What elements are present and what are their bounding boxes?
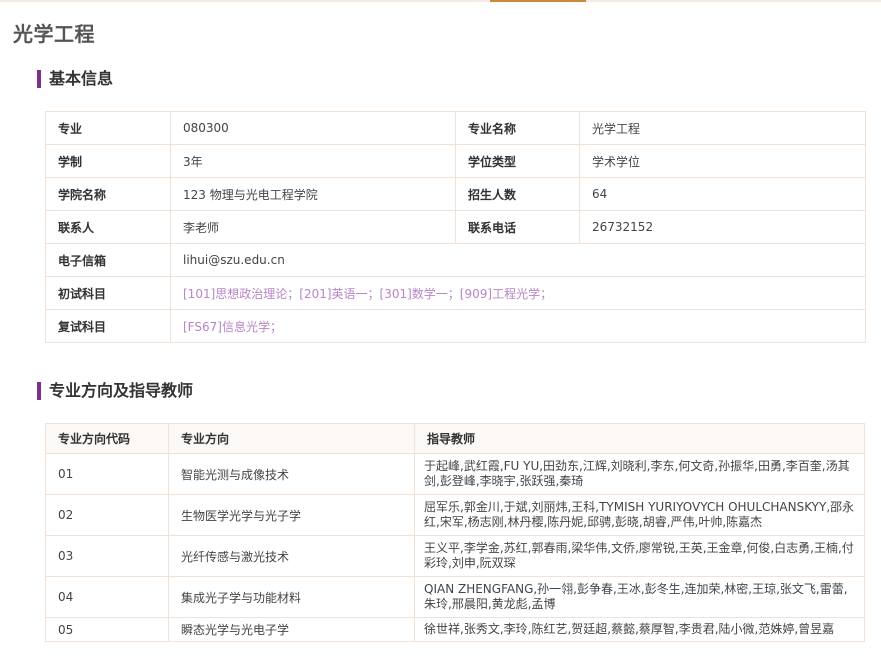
direction-name: 瞬态光学与光电子学 [168, 617, 415, 642]
table-row: 学制 3年 学位类型 学术学位 [45, 144, 866, 178]
field-value: 学术学位 [579, 144, 866, 178]
column-header: 专业方向代码 [45, 423, 169, 454]
field-label: 联系人 [45, 210, 171, 244]
column-header: 指导教师 [414, 423, 865, 454]
direction-name: 智能光测与成像技术 [168, 453, 415, 495]
advisors: 徐世祥,张秀文,李玲,陈红艺,贺廷超,蔡懿,蔡厚智,李贵君,陆小微,范姝婷,曾昱… [414, 617, 865, 642]
advisors: QIAN ZHENGFANG,孙一翎,彭争春,王冰,彭冬生,连加荣,林密,王琼,… [414, 576, 865, 618]
field-value: 光学工程 [579, 111, 866, 145]
direction-code: 04 [45, 576, 169, 618]
field-label: 学院名称 [45, 177, 171, 211]
advisors: 王义平,李学金,苏红,郭春雨,梁华伟,文侨,廖常锐,王英,王金章,何俊,白志勇,… [414, 535, 865, 577]
direction-name: 光纤传感与激光技术 [168, 535, 415, 577]
field-label: 联系电话 [455, 210, 580, 244]
advisors: 屈军乐,郭金川,于斌,刘丽炜,王科,TYMISH YURIYOVYCH OHUL… [414, 494, 865, 536]
direction-code: 01 [45, 453, 169, 495]
field-value: 080300 [170, 111, 456, 145]
field-value: 123 物理与光电工程学院 [170, 177, 456, 211]
direction-name: 生物医学光学与光子学 [168, 494, 415, 536]
field-value: 李老师 [170, 210, 456, 244]
table-row: 电子信箱 lihui@szu.edu.cn [45, 243, 866, 277]
table-row: 02 生物医学光学与光子学 屈军乐,郭金川,于斌,刘丽炜,王科,TYMISH Y… [45, 494, 865, 536]
table-row: 05 瞬态光学与光电子学 徐世祥,张秀文,李玲,陈红艺,贺廷超,蔡懿,蔡厚智,李… [45, 617, 865, 642]
exam-subjects-link[interactable]: [101]思想政治理论；[201]英语一；[301]数学一；[909]工程光学； [170, 276, 866, 310]
table-row: 04 集成光子学与功能材料 QIAN ZHENGFANG,孙一翎,彭争春,王冰,… [45, 576, 865, 618]
table-row: 初试科目 [101]思想政治理论；[201]英语一；[301]数学一；[909]… [45, 276, 866, 310]
active-tab-indicator [490, 0, 586, 2]
direction-code: 05 [45, 617, 169, 642]
direction-code: 03 [45, 535, 169, 577]
field-label: 学制 [45, 144, 171, 178]
field-label: 复试科目 [45, 309, 171, 343]
field-label: 专业名称 [455, 111, 580, 145]
table-row: 复试科目 [FS67]信息光学； [45, 309, 866, 343]
column-header: 专业方向 [168, 423, 415, 454]
table-row: 联系人 李老师 联系电话 26732152 [45, 210, 866, 244]
advisors: 于起峰,武红霞,FU YU,田劲东,江辉,刘晓利,李东,何文奇,孙振华,田勇,李… [414, 453, 865, 495]
field-value: 26732152 [579, 210, 866, 244]
field-value: 3年 [170, 144, 456, 178]
field-label: 电子信箱 [45, 243, 171, 277]
top-divider [0, 0, 881, 2]
table-row: 专业 080300 专业名称 光学工程 [45, 111, 866, 145]
direction-name: 集成光子学与功能材料 [168, 576, 415, 618]
page-title: 光学工程 [13, 22, 95, 46]
direction-code: 02 [45, 494, 169, 536]
section-title-basic-info: 基本信息 [37, 70, 113, 88]
basic-info-table: 专业 080300 专业名称 光学工程 学制 3年 学位类型 学术学位 学院名称… [45, 111, 866, 343]
table-row: 03 光纤传感与激光技术 王义平,李学金,苏红,郭春雨,梁华伟,文侨,廖常锐,王… [45, 535, 865, 577]
field-value: 64 [579, 177, 866, 211]
section-title-directions: 专业方向及指导教师 [37, 382, 193, 400]
directions-table: 专业方向代码 专业方向 指导教师 01 智能光测与成像技术 于起峰,武红霞,FU… [45, 423, 865, 642]
field-label: 招生人数 [455, 177, 580, 211]
table-row: 01 智能光测与成像技术 于起峰,武红霞,FU YU,田劲东,江辉,刘晓利,李东… [45, 453, 865, 495]
retest-subjects-link[interactable]: [FS67]信息光学； [170, 309, 866, 343]
field-label: 专业 [45, 111, 171, 145]
table-row: 学院名称 123 物理与光电工程学院 招生人数 64 [45, 177, 866, 211]
field-label: 初试科目 [45, 276, 171, 310]
field-label: 学位类型 [455, 144, 580, 178]
table-header-row: 专业方向代码 专业方向 指导教师 [45, 423, 865, 454]
email-value: lihui@szu.edu.cn [170, 243, 866, 277]
